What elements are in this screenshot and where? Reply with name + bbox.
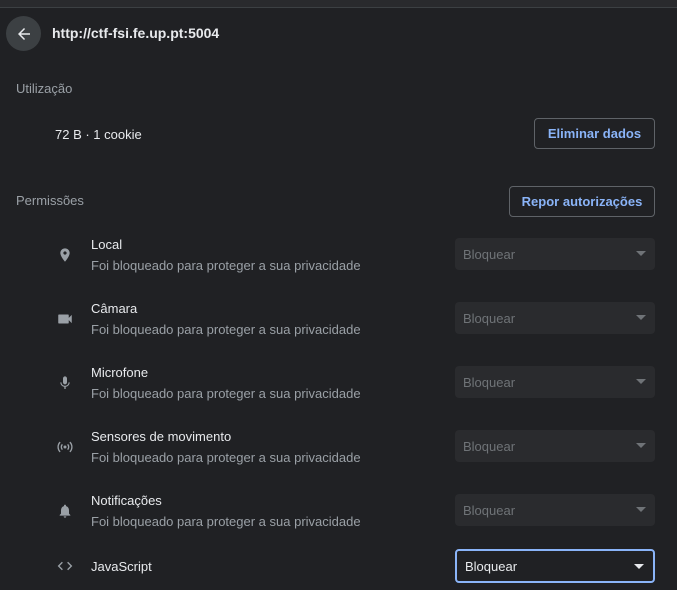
permissions-section-title: Permissões xyxy=(16,193,84,208)
permission-row-motion-sensors: Sensores de movimento Foi bloqueado para… xyxy=(0,416,677,480)
permission-name: JavaScript xyxy=(91,559,152,574)
permission-row-microphone: Microfone Foi bloqueado para proteger a … xyxy=(0,352,677,416)
select-value: Bloquear xyxy=(463,438,516,454)
dropdown-arrow-icon xyxy=(636,315,646,320)
permission-description: Foi bloqueado para proteger a sua privac… xyxy=(91,386,361,401)
camera-icon xyxy=(54,308,76,330)
permission-description: Foi bloqueado para proteger a sua privac… xyxy=(91,514,361,529)
permission-name: Microfone xyxy=(91,365,149,380)
permission-row-camera: Câmara Foi bloqueado para proteger a sua… xyxy=(0,288,677,352)
usage-section-title: Utilização xyxy=(16,81,73,96)
dropdown-arrow-icon xyxy=(636,443,646,448)
permission-row-notifications: Notificações Foi bloqueado para proteger… xyxy=(0,480,677,544)
top-divider xyxy=(0,0,677,8)
clear-data-button[interactable]: Eliminar dados xyxy=(534,118,655,149)
microphone-icon xyxy=(54,372,76,394)
microphone-permission-select[interactable]: Bloquear xyxy=(455,366,655,398)
motion-sensor-icon xyxy=(54,436,76,458)
dropdown-arrow-icon xyxy=(636,251,646,256)
usage-summary: 72 B · 1 cookie xyxy=(55,127,142,142)
select-value: Bloquear xyxy=(463,374,516,390)
permission-row-javascript: JavaScript Bloquear xyxy=(0,544,677,590)
select-value: Bloquear xyxy=(463,246,516,262)
javascript-permission-select[interactable]: Bloquear xyxy=(455,549,655,583)
select-value: Bloquear xyxy=(463,310,516,326)
permission-name: Câmara xyxy=(91,301,138,316)
camera-permission-select[interactable]: Bloquear xyxy=(455,302,655,334)
dropdown-arrow-icon xyxy=(634,564,644,569)
site-url: http://ctf-fsi.fe.up.pt:5004 xyxy=(52,25,220,41)
site-settings-page: http://ctf-fsi.fe.up.pt:5004 Utilização … xyxy=(0,0,677,590)
permission-description: Foi bloqueado para proteger a sua privac… xyxy=(91,322,361,337)
bell-icon xyxy=(54,500,76,522)
arrow-back-icon xyxy=(15,25,33,43)
location-pin-icon xyxy=(54,244,76,266)
select-value: Bloquear xyxy=(465,558,518,574)
select-value: Bloquear xyxy=(463,502,516,518)
reset-permissions-button[interactable]: Repor autorizações xyxy=(509,186,655,217)
permission-name: Notificações xyxy=(91,493,162,508)
location-permission-select[interactable]: Bloquear xyxy=(455,238,655,270)
notifications-permission-select[interactable]: Bloquear xyxy=(455,494,655,526)
code-icon xyxy=(54,555,76,577)
permission-row-location: Local Foi bloqueado para proteger a sua … xyxy=(0,224,677,288)
dropdown-arrow-icon xyxy=(636,507,646,512)
permission-description: Foi bloqueado para proteger a sua privac… xyxy=(91,450,361,465)
permission-description: Foi bloqueado para proteger a sua privac… xyxy=(91,258,361,273)
permission-name: Sensores de movimento xyxy=(91,429,232,444)
permission-name: Local xyxy=(91,237,123,252)
motion-sensors-permission-select[interactable]: Bloquear xyxy=(455,430,655,462)
back-button[interactable] xyxy=(6,16,41,51)
dropdown-arrow-icon xyxy=(636,379,646,384)
